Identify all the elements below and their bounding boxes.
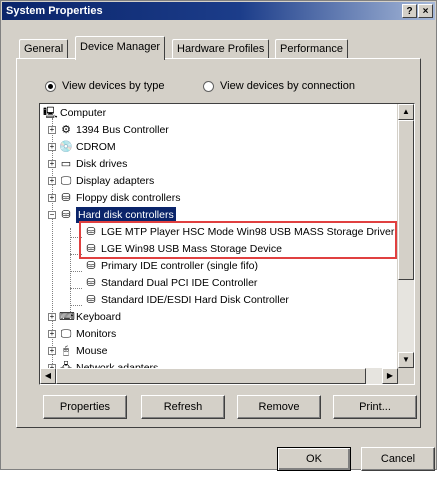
bus-icon: ⚙ [61,124,71,136]
scroll-down-icon[interactable]: ▼ [398,352,414,368]
tab-device-manager[interactable]: Device Manager [75,36,166,60]
scroll-corner [398,368,414,384]
monitor-icon: 🖵 [60,328,72,340]
expand-icon[interactable]: + [48,177,56,185]
tree-child[interactable]: ⛁ Standard IDE/ESDI Hard Disk Controller [84,292,289,308]
scroll-up-icon[interactable]: ▲ [398,104,414,120]
expand-icon[interactable]: + [48,194,56,202]
highlight-annotation [79,221,397,259]
window-title: System Properties [6,5,103,17]
tree-item[interactable]: + ⚙ 1394 Bus Controller [48,122,169,138]
properties-button[interactable]: Properties [43,395,127,419]
horizontal-scrollbar[interactable]: ◀ ▶ [40,368,398,384]
view-by-connection-radio[interactable] [203,80,214,92]
tree-child[interactable]: ⛁ Primary IDE controller (single fifo) [84,258,258,274]
scroll-thumb[interactable] [398,120,414,280]
tree-item[interactable]: + ▭ Disk drives [48,156,127,172]
vertical-scrollbar[interactable]: ▲ ▼ [397,104,414,368]
controller-icon: ⛁ [86,277,96,289]
controller-icon: ⛁ [86,260,96,272]
close-button[interactable]: × [418,4,433,18]
cdrom-icon: 💿 [59,141,73,153]
expand-icon[interactable]: + [48,347,56,355]
tree-item[interactable]: + 🖰 Mouse [48,343,108,359]
view-by-connection-label: View devices by connection [220,80,355,92]
keyboard-icon: ⌨ [59,311,75,323]
tree-item[interactable]: + ⌨ Keyboard [48,309,121,325]
expand-icon[interactable]: + [48,330,56,338]
tab-performance[interactable]: Performance [275,39,348,59]
system-properties-window: System Properties ? × General Device Man… [0,0,437,471]
expand-icon[interactable]: + [48,126,56,134]
tree-item[interactable]: + 🖵 Monitors [48,326,116,342]
print-button[interactable]: Print... [333,395,417,419]
title-bar[interactable]: System Properties ? × [2,2,435,20]
tree-item[interactable]: + 💿 CDROM [48,139,116,155]
expand-icon[interactable]: + [48,160,56,168]
tree-item[interactable]: + ⛁ Floppy disk controllers [48,190,180,206]
controller-icon: ⛁ [86,294,96,306]
expand-icon[interactable]: + [48,143,56,151]
tab-hardware-profiles[interactable]: Hardware Profiles [172,39,270,59]
tab-general[interactable]: General [19,39,69,59]
help-button[interactable]: ? [402,4,417,18]
mouse-icon: 🖰 [62,345,70,357]
tree-root[interactable]: 🖳 Computer [43,105,106,121]
tree-root-label: Computer [60,107,107,119]
view-by-connection-option[interactable]: View devices by connection [203,78,355,94]
scroll-left-icon[interactable]: ◀ [40,368,56,384]
computer-icon: 🖳 [43,107,58,119]
display-adapter-icon: 🖵 [60,175,72,187]
remove-button[interactable]: Remove [237,395,321,419]
ok-button[interactable]: OK [277,447,351,471]
cancel-button[interactable]: Cancel [361,447,435,471]
hard-disk-controller-icon: ⛁ [61,209,71,221]
expand-icon[interactable]: + [48,313,56,321]
view-by-type-label: View devices by type [62,80,165,92]
collapse-icon[interactable]: − [48,211,56,219]
view-by-type-option[interactable]: View devices by type [45,78,165,94]
tree-item[interactable]: + 🖵 Display adapters [48,173,154,189]
scroll-right-icon[interactable]: ▶ [382,368,398,384]
refresh-button[interactable]: Refresh [141,395,225,419]
floppy-controller-icon: ⛁ [61,192,71,204]
h-scroll-thumb[interactable] [56,368,366,384]
disk-drive-icon: ▭ [60,158,72,170]
tree-child[interactable]: ⛁ Standard Dual PCI IDE Controller [84,275,257,291]
view-by-type-radio[interactable] [45,80,56,92]
